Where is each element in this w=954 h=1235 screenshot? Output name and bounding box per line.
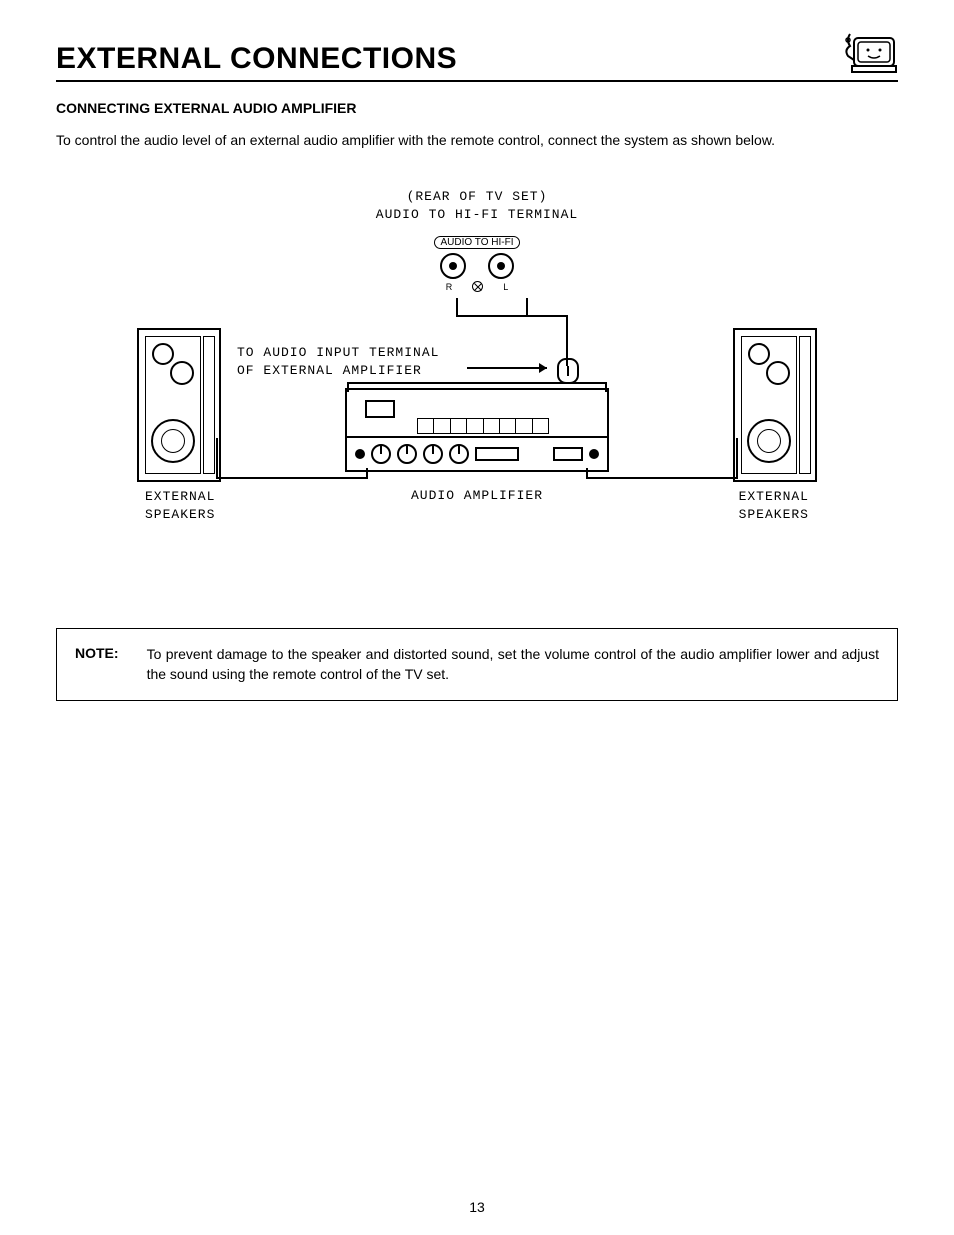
- caption-amplifier: AUDIO AMPLIFIER: [411, 488, 543, 503]
- amp-input-jack-icon: [557, 358, 579, 384]
- polarity-icon: [472, 281, 483, 292]
- section-heading: CONNECTING EXTERNAL AUDIO AMPLIFIER: [56, 100, 898, 116]
- audio-amplifier-icon: [345, 388, 609, 472]
- caption-rear-tv: (REAR OF TV SET) AUDIO TO HI-FI TERMINAL: [376, 188, 578, 223]
- connection-diagram: (REAR OF TV SET) AUDIO TO HI-FI TERMINAL…: [127, 188, 827, 568]
- speaker-right-icon: [733, 328, 817, 482]
- hifi-tab-label: AUDIO TO HI-FI: [434, 236, 521, 249]
- note-text: To prevent damage to the speaker and dis…: [147, 645, 879, 684]
- caption-to-input-line2: OF EXTERNAL AMPLIFIER: [237, 363, 422, 378]
- rca-jack-right-icon: [440, 253, 466, 279]
- intro-paragraph: To control the audio level of an externa…: [56, 132, 898, 148]
- title-rule: [56, 80, 898, 82]
- jack-label-l: L: [503, 282, 508, 292]
- caption-speaker-right: EXTERNAL SPEAKERS: [739, 488, 809, 523]
- speaker-left-icon: [137, 328, 221, 482]
- caption-speaker-line2: SPEAKERS: [739, 507, 809, 522]
- jack-label-r: R: [446, 282, 453, 292]
- caption-rear-line2: AUDIO TO HI-FI TERMINAL: [376, 207, 578, 222]
- page-number: 13: [469, 1199, 485, 1215]
- caption-to-input: TO AUDIO INPUT TERMINAL OF EXTERNAL AMPL…: [237, 344, 487, 379]
- caption-speaker-line1: EXTERNAL: [145, 489, 215, 504]
- note-box: NOTE: To prevent damage to the speaker a…: [56, 628, 898, 701]
- caption-rear-line1: (REAR OF TV SET): [407, 189, 548, 204]
- page-title: EXTERNAL CONNECTIONS: [56, 42, 457, 76]
- caption-speaker-line1: EXTERNAL: [739, 489, 809, 504]
- caption-speaker-line2: SPEAKERS: [145, 507, 215, 522]
- tv-mascot-icon: [840, 32, 898, 76]
- rca-jack-left-icon: [488, 253, 514, 279]
- hifi-terminal-icon: AUDIO TO HI-FI R L: [422, 234, 532, 292]
- note-label: NOTE:: [75, 645, 119, 684]
- header-row: EXTERNAL CONNECTIONS: [56, 24, 898, 78]
- caption-to-input-line1: TO AUDIO INPUT TERMINAL: [237, 345, 439, 360]
- manual-page: EXTERNAL CONNECTIONS CONNECTING EXTERNAL…: [0, 0, 954, 1235]
- caption-speaker-left: EXTERNAL SPEAKERS: [145, 488, 215, 523]
